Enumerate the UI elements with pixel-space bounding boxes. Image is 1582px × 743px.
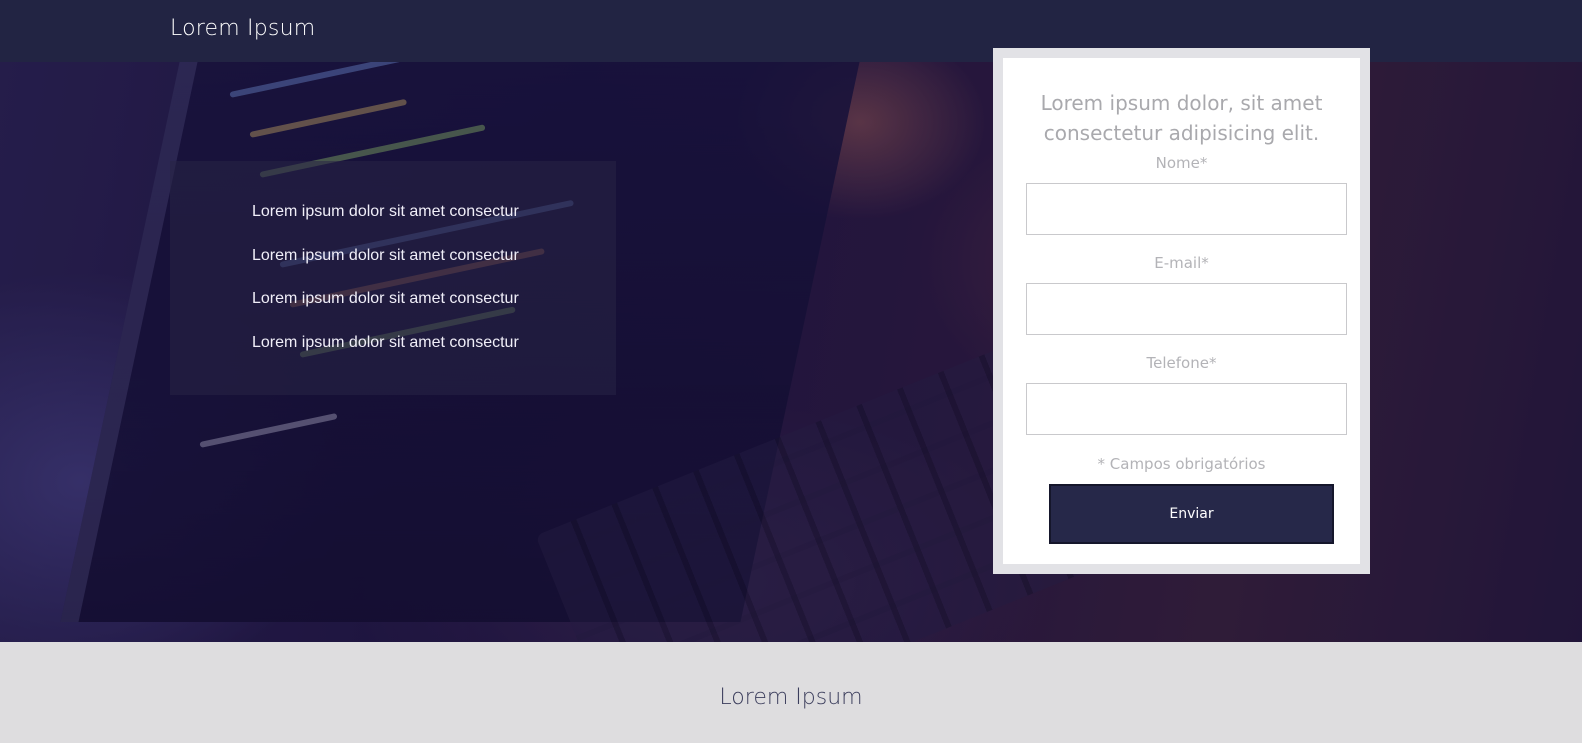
contact-form-frame: Lorem ipsum dolor, sit amet consectetur … bbox=[993, 48, 1370, 574]
features-panel: Lorem ipsum dolor sit amet consectur Lor… bbox=[170, 161, 616, 395]
feature-item: Lorem ipsum dolor sit amet consectur bbox=[252, 247, 519, 264]
feature-item: Lorem ipsum dolor sit amet consectur bbox=[252, 203, 519, 220]
contact-form: Lorem ipsum dolor, sit amet consectetur … bbox=[1003, 58, 1360, 564]
email-input[interactable] bbox=[1026, 283, 1347, 335]
name-label: Nome* bbox=[1155, 154, 1208, 172]
feature-item: Lorem ipsum dolor sit amet consectur bbox=[252, 290, 519, 307]
form-title: Lorem ipsum dolor, sit amet consectetur … bbox=[1040, 91, 1323, 145]
submit-button[interactable]: Enviar bbox=[1049, 484, 1334, 544]
phone-label: Telefone* bbox=[1146, 354, 1217, 372]
name-input[interactable] bbox=[1026, 183, 1347, 235]
footer: Lorem Ipsum bbox=[0, 642, 1582, 743]
brand-logo-text[interactable]: Lorem Ipsum bbox=[170, 16, 315, 41]
phone-input[interactable] bbox=[1026, 383, 1347, 435]
footer-title: Lorem Ipsum bbox=[719, 685, 863, 710]
required-fields-note: * Campos obrigatórios bbox=[1097, 455, 1266, 473]
email-label: E-mail* bbox=[1154, 254, 1209, 272]
feature-item: Lorem ipsum dolor sit amet consectur bbox=[252, 334, 519, 351]
